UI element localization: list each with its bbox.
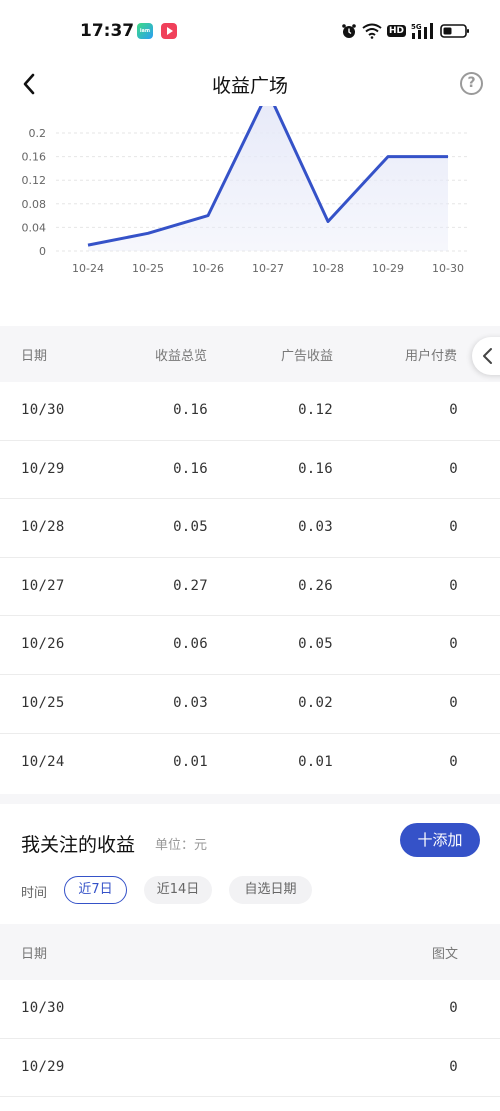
x-tick-label: 10-30 (432, 262, 464, 275)
cell-user-pay: 0 (449, 402, 458, 418)
x-tick-label: 10-27 (252, 262, 284, 275)
cell-ad: 0.05 (298, 636, 333, 653)
cell-article: 0 (449, 1000, 458, 1016)
header-ad: 广告收益 (281, 349, 334, 364)
follow-section-title: 我关注的收益 (21, 834, 136, 856)
cell-ad: 0.26 (298, 577, 333, 594)
y-tick-label: 0.08 (22, 198, 47, 211)
cell-user-pay: 0 (449, 753, 458, 770)
time-filter-label: 时间 (21, 886, 48, 901)
add-button[interactable]: 十添加 (400, 823, 480, 857)
cell-ad: 0.02 (298, 694, 333, 711)
cell-user-pay: 0 (449, 519, 458, 536)
earnings-chart-svg: 0 0.04 0.08 0.12 0.16 0.2 10-24 10-25 10-26 10-27… (22, 106, 470, 275)
cell-total: 0.01 (173, 753, 208, 770)
help-icon[interactable]: ? (460, 72, 483, 95)
cell-user-pay: 0 (449, 636, 458, 653)
cell-date: 10/30 (21, 1000, 65, 1016)
table-row: 10/30 0 (0, 980, 500, 1039)
y-tick-label: 0.16 (22, 151, 47, 164)
wifi-icon (362, 23, 382, 39)
app-notification-label: iam (139, 28, 151, 34)
cell-date: 10/26 (21, 636, 65, 653)
y-tick-label: 0.12 (22, 174, 47, 187)
follow-table-header: 日期 图文 (0, 924, 500, 980)
hd-badge: HD (386, 25, 406, 37)
cell-date: 10/25 (21, 694, 65, 711)
cell-total: 0.16 (173, 402, 208, 418)
table-row: 10/25 0.03 0.02 0 (0, 675, 500, 734)
summary-table: 日期 收益总览 广告收益 用户付费 10/30 0.16 0.12 0 10/2… (0, 326, 500, 792)
x-tick-label: 10-25 (132, 262, 164, 275)
table-row: 10/26 0.06 0.05 0 (0, 616, 500, 675)
cell-total: 0.03 (173, 694, 208, 711)
cell-date: 10/28 (21, 519, 65, 536)
header-user-pay: 用户付费 (405, 349, 458, 364)
x-tick-label: 10-28 (312, 262, 344, 275)
nav-bar: 收益广场 ? (0, 62, 500, 106)
cell-date: 10/30 (21, 402, 65, 418)
cell-date: 10/27 (21, 577, 65, 594)
cell-article: 0 (449, 1058, 458, 1075)
status-bar: 17:37 iam HD 5G (0, 0, 500, 62)
cell-user-pay: 0 (449, 694, 458, 711)
cell-date: 10/29 (21, 1058, 65, 1075)
cell-ad: 0.12 (298, 402, 333, 418)
earnings-chart: 0 0.04 0.08 0.12 0.16 0.2 10-24 10-25 10-26 10-27… (0, 106, 500, 296)
header-article: 图文 (431, 947, 458, 962)
cell-total: 0.27 (173, 577, 208, 594)
summary-table-header: 日期 收益总览 广告收益 用户付费 (0, 326, 500, 382)
cell-ad: 0.16 (298, 460, 333, 477)
cell-ad: 0.01 (298, 753, 333, 770)
table-row: 10/28 0.05 0.03 0 (0, 499, 500, 558)
cell-ad: 0.03 (298, 519, 333, 536)
y-tick-label: 0.04 (22, 221, 47, 234)
header-total: 收益总览 (155, 349, 208, 364)
x-tick-label: 10-26 (192, 262, 224, 275)
filter-chip-7-days[interactable]: 近7日 (64, 876, 127, 904)
battery-icon (440, 24, 469, 38)
series-area (88, 106, 448, 251)
app-notification-icon: iam (137, 23, 153, 39)
page-title: 收益广场 (211, 75, 288, 97)
cell-user-pay: 0 (449, 460, 458, 477)
cell-total: 0.16 (173, 460, 208, 477)
alarm-icon (342, 24, 356, 38)
signal-icon: 5G (411, 23, 433, 39)
table-row: 10/24 0.01 0.01 0 (0, 734, 500, 793)
cell-date: 10/24 (21, 753, 65, 770)
table-row: 10/30 0.16 0.12 0 (0, 382, 500, 441)
y-tick-label: 0.2 (29, 127, 47, 140)
status-time: 17:37 (80, 21, 135, 41)
x-tick-label: 10-29 (372, 262, 404, 275)
x-tick-label: 10-24 (72, 262, 104, 275)
table-row: 10/29 0.16 0.16 0 (0, 441, 500, 500)
table-row: 10/27 0.27 0.26 0 (0, 558, 500, 617)
table-row: 10/29 0 (0, 1039, 500, 1098)
cell-total: 0.06 (173, 636, 208, 653)
section-divider (0, 794, 500, 804)
cell-total: 0.05 (173, 519, 208, 536)
svg-text:5G: 5G (411, 23, 422, 31)
header-date: 日期 (21, 947, 48, 962)
follow-table: 日期 图文 10/30 0 10/29 0 (0, 924, 500, 1098)
status-icons: HD 5G (341, 20, 470, 42)
video-app-icon (161, 23, 177, 39)
filter-chip-custom-date[interactable]: 自选日期 (229, 876, 312, 904)
filter-chip-14-days[interactable]: 近14日 (144, 876, 212, 904)
cell-date: 10/29 (21, 460, 65, 477)
header-date: 日期 (21, 349, 48, 364)
cell-user-pay: 0 (449, 577, 458, 594)
chevron-left-icon (483, 348, 492, 364)
app-root: 17:37 iam HD 5G 收益广场 ? 0 0.04 0.08 0.12 … (0, 0, 500, 1111)
unit-label: 单位：元 (155, 838, 208, 853)
y-tick-label: 0 (39, 245, 46, 258)
